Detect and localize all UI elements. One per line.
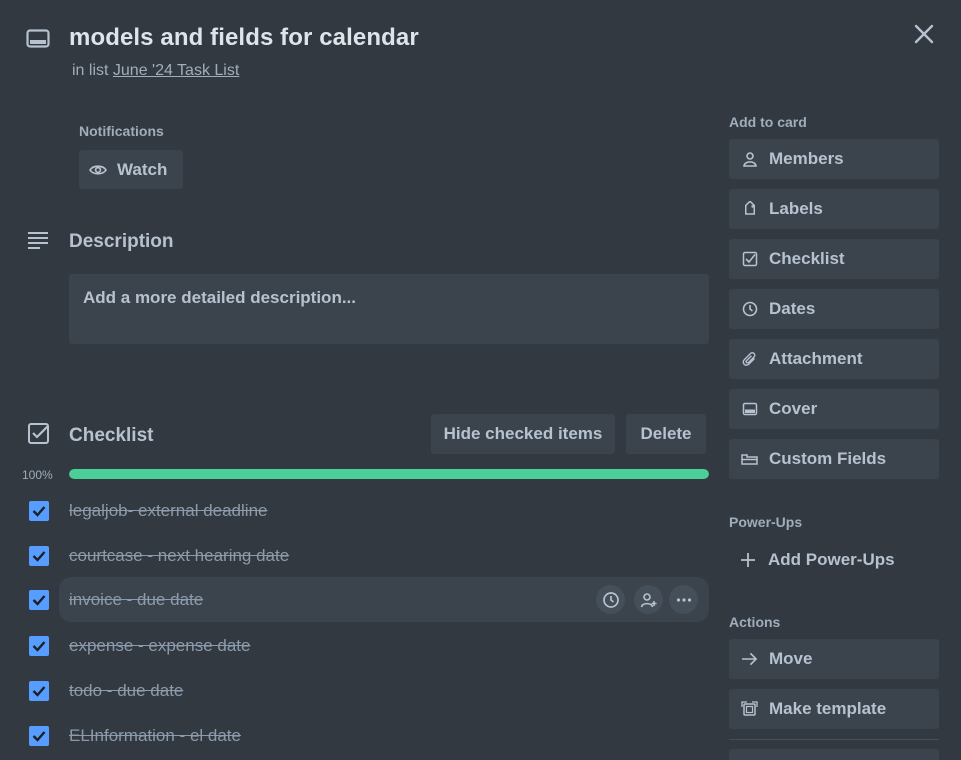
assign-member-button[interactable]	[634, 585, 663, 614]
tag-icon	[741, 201, 758, 218]
in-list-prefix: in list	[72, 62, 113, 79]
labels-label: Labels	[769, 199, 823, 218]
in-list-text: in list June '24 Task List	[72, 62, 239, 80]
description-icon	[26, 229, 50, 253]
watch-label: Watch	[117, 159, 168, 179]
description-heading: Description	[69, 231, 174, 252]
person-icon	[741, 151, 758, 168]
checklist-item[interactable]: todo - due date	[0, 668, 720, 713]
add-power-ups-label: Add Power-Ups	[768, 550, 895, 569]
checklist-item-text[interactable]: ELInformation - el date	[69, 726, 241, 746]
eye-icon	[89, 163, 107, 177]
checklist-button[interactable]: Checklist	[729, 239, 939, 279]
checkbox-icon	[741, 251, 758, 268]
check-icon	[32, 686, 46, 697]
checklist-item[interactable]: expense - expense date	[0, 623, 720, 668]
checklist-item-text[interactable]: legaljob- external deadline	[69, 501, 267, 521]
custom-fields-icon	[741, 451, 758, 468]
move-button[interactable]: Move	[729, 639, 939, 679]
attachment-label: Attachment	[769, 349, 863, 368]
dates-button[interactable]: Dates	[729, 289, 939, 329]
card-title[interactable]: models and fields for calendar	[69, 24, 419, 52]
notifications-label: Notifications	[79, 123, 164, 139]
clock-icon	[741, 301, 758, 318]
check-icon	[32, 731, 46, 742]
move-label: Move	[769, 649, 813, 668]
dates-label: Dates	[769, 299, 816, 318]
next-action-button[interactable]	[729, 749, 939, 760]
make-template-label: Make template	[769, 699, 887, 718]
checklist-item[interactable]: invoice - due date	[0, 577, 720, 622]
checklist-progress-bar	[69, 469, 709, 479]
checklist-item-checkbox[interactable]	[29, 501, 49, 521]
template-icon	[741, 700, 758, 718]
members-button[interactable]: Members	[729, 139, 939, 179]
description-input[interactable]: Add a more detailed description...	[69, 274, 709, 344]
checklist-item[interactable]: courtcase - next hearing date	[0, 533, 720, 578]
add-person-icon	[640, 592, 656, 607]
checklist-heading: Checklist	[69, 425, 154, 446]
check-icon	[32, 641, 46, 652]
arrow-right-icon	[741, 651, 758, 668]
plus-icon	[739, 551, 757, 569]
due-date-button[interactable]	[596, 585, 625, 614]
cover-label: Cover	[769, 399, 818, 418]
attachment-button[interactable]: Attachment	[729, 339, 939, 379]
hide-checked-items-button[interactable]: Hide checked items	[431, 414, 615, 454]
check-icon	[32, 551, 46, 562]
check-icon	[32, 595, 46, 606]
cover-icon	[741, 401, 758, 418]
checklist-item-text[interactable]: expense - expense date	[69, 636, 250, 656]
sidebar-divider	[729, 739, 939, 740]
checklist-item-checkbox[interactable]	[29, 681, 49, 701]
checklist-label: Checklist	[769, 249, 845, 268]
checklist-progress-fill	[69, 469, 709, 479]
checklist-item-text[interactable]: todo - due date	[69, 681, 183, 701]
cover-button[interactable]: Cover	[729, 389, 939, 429]
check-icon	[32, 506, 46, 517]
add-to-card-label: Add to card	[729, 114, 807, 130]
checklist-item[interactable]: ELInformation - el date	[0, 713, 720, 758]
item-actions-button[interactable]	[669, 585, 698, 614]
checklist-item-text[interactable]: courtcase - next hearing date	[69, 546, 289, 566]
card-icon	[26, 28, 50, 50]
make-template-button[interactable]: Make template	[729, 689, 939, 729]
custom-fields-button[interactable]: Custom Fields	[729, 439, 939, 479]
members-label: Members	[769, 149, 844, 168]
close-button[interactable]	[908, 18, 940, 50]
checklist-icon	[27, 422, 51, 446]
checklist-percent: 100%	[22, 468, 53, 482]
list-link[interactable]: June '24 Task List	[113, 62, 239, 79]
delete-checklist-button[interactable]: Delete	[626, 414, 706, 454]
add-power-ups-button[interactable]: Add Power-Ups	[729, 540, 939, 580]
actions-label: Actions	[729, 614, 781, 630]
labels-button[interactable]: Labels	[729, 189, 939, 229]
checklist-item-checkbox[interactable]	[29, 726, 49, 746]
checklist-item-checkbox[interactable]	[29, 546, 49, 566]
checklist-item-text[interactable]: invoice - due date	[69, 590, 203, 610]
paperclip-icon	[741, 351, 758, 368]
checklist-item-checkbox[interactable]	[29, 636, 49, 656]
power-ups-label: Power-Ups	[729, 514, 803, 530]
clock-icon	[602, 591, 619, 608]
checklist-item-checkbox[interactable]	[29, 590, 49, 610]
custom-fields-label: Custom Fields	[769, 449, 887, 468]
close-icon	[914, 24, 934, 44]
checklist-item[interactable]: legaljob- external deadline	[0, 488, 720, 533]
watch-button[interactable]: Watch	[79, 150, 183, 189]
more-icon	[676, 597, 691, 602]
